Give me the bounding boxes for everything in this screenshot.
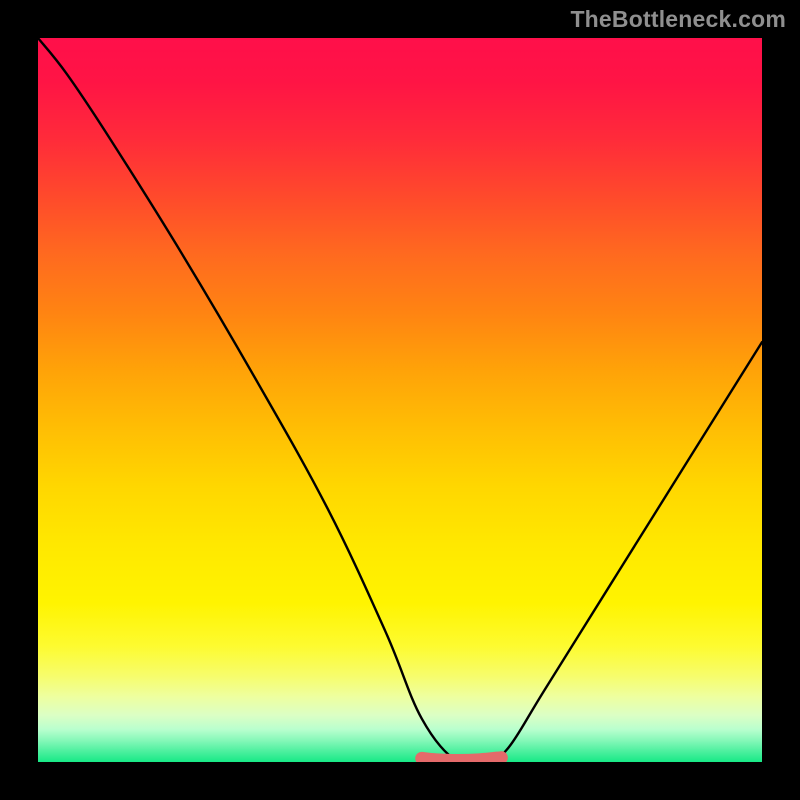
optimal-flat-highlight [422,758,502,761]
chart-lines [38,38,762,762]
bottleneck-curve [38,38,762,762]
plot-area [38,38,762,762]
chart-frame: TheBottleneck.com [0,0,800,800]
watermark-text: TheBottleneck.com [570,6,786,33]
